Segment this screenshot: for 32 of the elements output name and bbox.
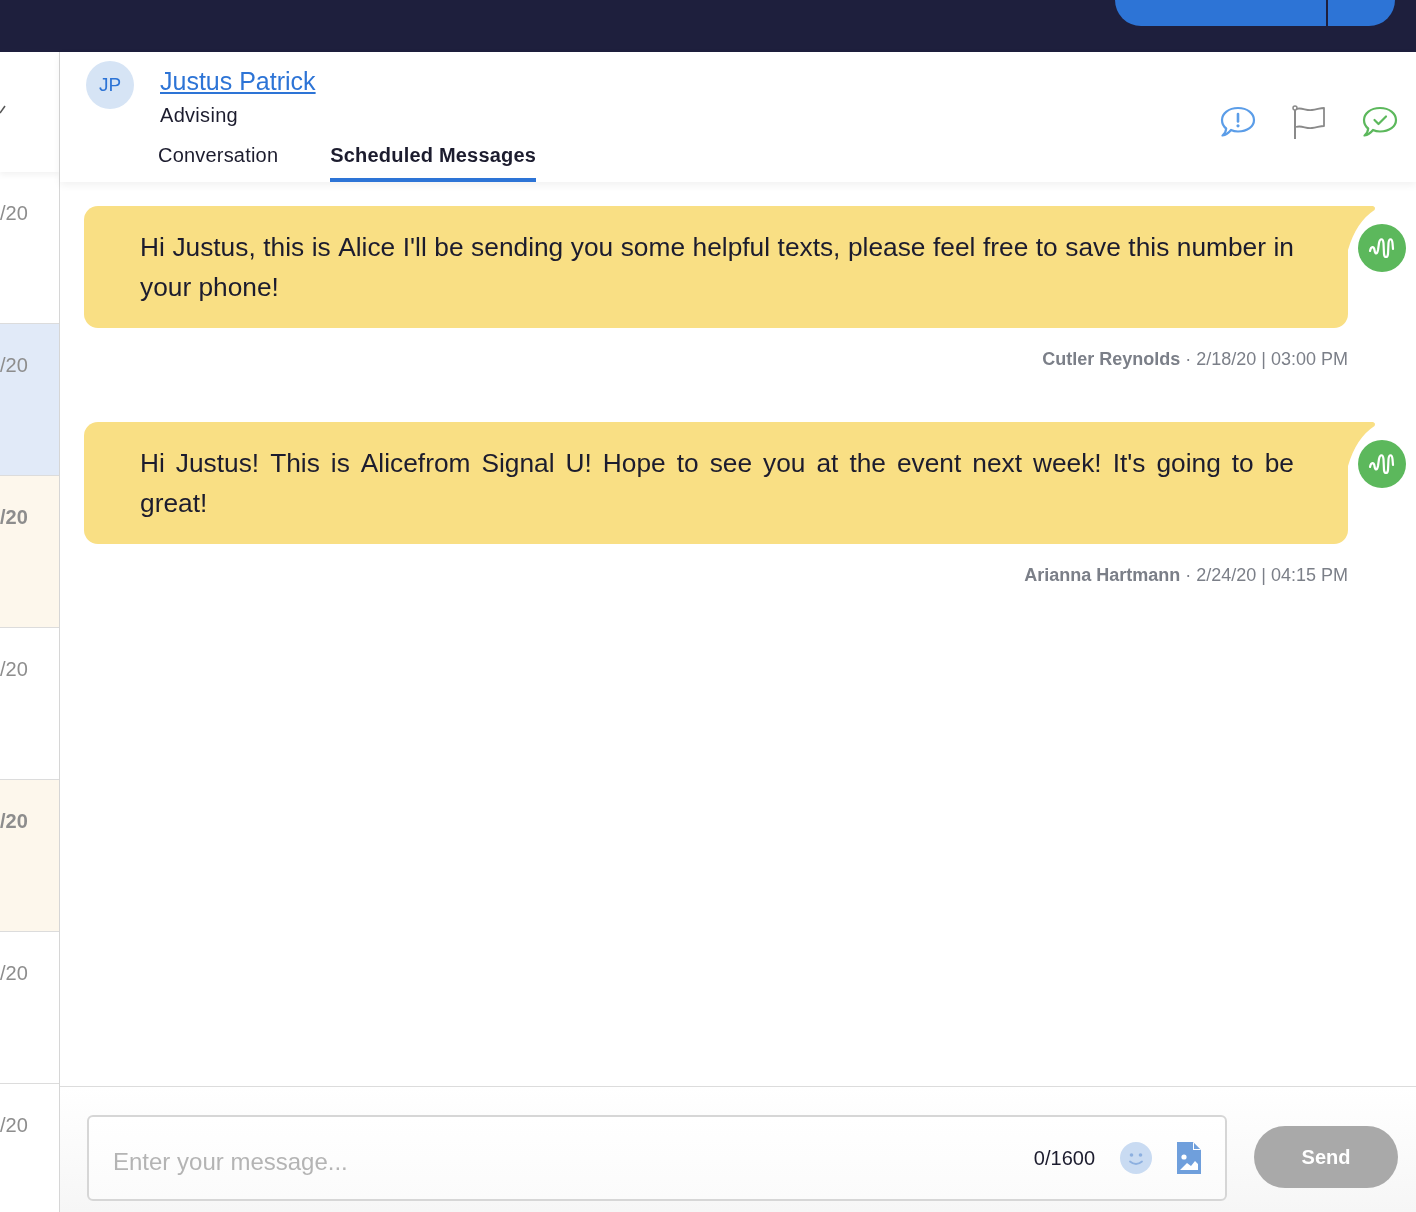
conversation-date: /20 <box>0 201 28 225</box>
conversation-row[interactable]: /20 <box>0 780 59 932</box>
tab[interactable]: Conversation <box>158 142 279 182</box>
conversation-date: /20 <box>0 961 28 985</box>
conversation-date: /20 <box>0 505 28 529</box>
conversation-date: /20 <box>0 657 28 681</box>
conversation-row[interactable]: /20 <box>0 476 59 628</box>
alert-bubble-icon[interactable] <box>1220 106 1256 138</box>
smiley-icon[interactable] <box>1120 1142 1152 1174</box>
message-input-field[interactable]: Enter your message... <box>113 1117 1009 1199</box>
tab[interactable]: Scheduled Messages <box>330 142 537 182</box>
contact-avatar: JP <box>86 61 134 109</box>
character-counter: 0/1600 <box>1033 1146 1095 1170</box>
action-button[interactable] <box>1115 0 1326 26</box>
dropdown-button[interactable] <box>1328 0 1395 26</box>
conversation-date: /20 <box>0 353 28 377</box>
conversation-date: /20 <box>0 809 28 833</box>
image-file-icon[interactable] <box>1177 1142 1201 1174</box>
composer-box[interactable]: Enter your message... 0/1600 <box>87 1115 1227 1201</box>
waveform-avatar-icon <box>1358 440 1406 488</box>
message-text: Hi Justus, this is Alice I'll be sending you some helpful texts, please feel free to save this number in your phone! <box>140 231 1294 304</box>
message-text: Hi Justus! This is Alicefrom Signal U! Hope to see you at the event next week! It's going to be great! <box>140 447 1294 520</box>
conversation-row[interactable]: /20 <box>0 324 59 476</box>
message-meta: Arianna Hartmann · 2/24/20 | 04:15 PM <box>1023 564 1348 587</box>
waveform-avatar-icon <box>1358 224 1406 272</box>
chevron-icon[interactable] <box>0 104 6 114</box>
message-meta: Cutler Reynolds · 2/18/20 | 03:00 PM <box>1041 348 1348 371</box>
conversation-date: /20 <box>0 1113 28 1137</box>
contact-name-link[interactable]: Justus Patrick <box>160 66 316 96</box>
check-bubble-icon[interactable] <box>1362 106 1398 138</box>
flag-icon[interactable] <box>1292 105 1326 139</box>
contact-group: Advising <box>160 102 238 128</box>
